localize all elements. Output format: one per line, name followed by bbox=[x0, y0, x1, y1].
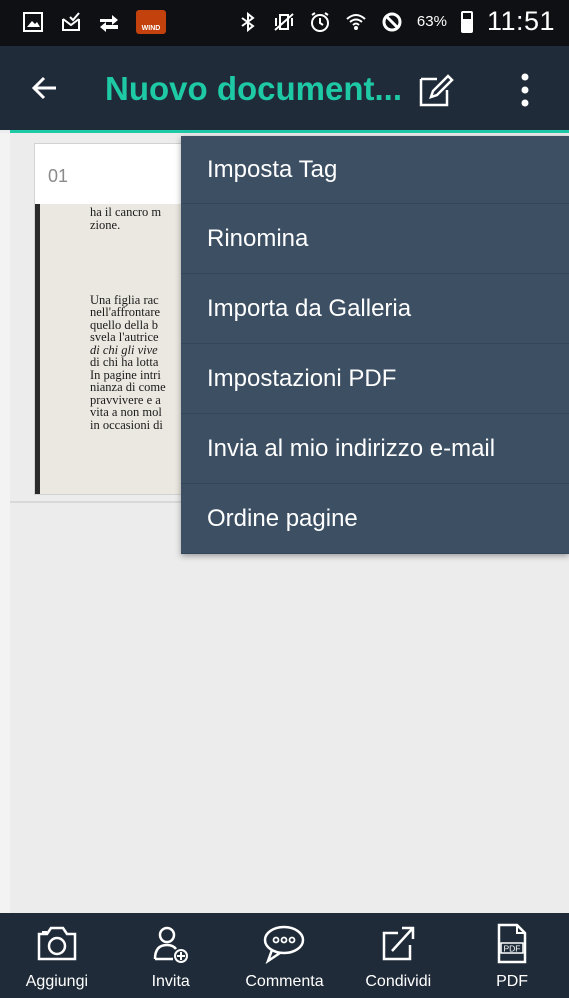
app-bar-accent-line bbox=[10, 130, 569, 133]
menu-item-rinomina[interactable]: Rinomina bbox=[181, 204, 569, 274]
menu-item-impostazioni-pdf[interactable]: Impostazioni PDF bbox=[181, 344, 569, 414]
clock: 11:51 bbox=[486, 6, 555, 36]
bluetooth-icon bbox=[237, 11, 259, 33]
gallery-icon bbox=[22, 11, 44, 33]
menu-item-ordine-pagine[interactable]: Ordine pagine bbox=[181, 484, 569, 554]
transfer-icon bbox=[98, 11, 120, 33]
page-number: 01 bbox=[48, 166, 69, 186]
wifi-icon bbox=[345, 11, 367, 33]
battery-icon bbox=[460, 10, 473, 33]
invite-user-icon bbox=[145, 921, 197, 965]
status-bar-notifications: WIND bbox=[22, 10, 166, 34]
status-bar: WIND 63% 11:51 bbox=[0, 0, 569, 46]
app-bar: Nuovo document... bbox=[0, 46, 569, 130]
pdf-button[interactable]: PDF PDF bbox=[455, 913, 569, 998]
menu-item-importa-da-galleria[interactable]: Importa da Galleria bbox=[181, 274, 569, 344]
alarm-icon bbox=[309, 11, 331, 33]
camera-icon bbox=[31, 921, 83, 965]
comment-icon bbox=[258, 921, 310, 965]
pdf-icon: PDF bbox=[486, 921, 538, 965]
carrier-badge: WIND bbox=[136, 10, 166, 34]
vibrate-icon bbox=[273, 11, 295, 33]
add-button-label: Aggiungi bbox=[25, 973, 89, 990]
pdf-icon-text: PDF bbox=[504, 944, 521, 954]
back-button[interactable] bbox=[30, 68, 76, 108]
page-scan-edge bbox=[35, 204, 40, 494]
pdf-button-label: PDF bbox=[496, 973, 529, 990]
battery-percentage: 63% bbox=[416, 13, 447, 30]
back-arrow-icon bbox=[31, 76, 56, 100]
add-button[interactable]: Aggiungi bbox=[0, 913, 114, 998]
menu-item-imposta-tag[interactable]: Imposta Tag bbox=[181, 136, 569, 204]
block-icon bbox=[381, 11, 403, 33]
share-button-label: Condividi bbox=[365, 973, 432, 990]
status-bar-system: 63% 11:51 bbox=[237, 6, 555, 37]
edit-button[interactable] bbox=[415, 70, 459, 110]
invite-button-label: Invita bbox=[151, 973, 190, 990]
share-button[interactable]: Condividi bbox=[341, 913, 455, 998]
content-left-strip bbox=[0, 133, 10, 913]
mail-icon bbox=[60, 11, 82, 33]
menu-item-invia-email[interactable]: Invia al mio indirizzo e-mail bbox=[181, 414, 569, 484]
comment-button[interactable]: Commenta bbox=[228, 913, 342, 998]
comment-button-label: Commenta bbox=[245, 973, 324, 990]
more-vert-icon bbox=[521, 73, 529, 107]
more-options-button[interactable] bbox=[505, 70, 545, 110]
document-title: Nuovo document... bbox=[105, 70, 402, 107]
edit-icon bbox=[419, 74, 454, 107]
invite-button[interactable]: Invita bbox=[114, 913, 228, 998]
bottom-toolbar: Aggiungi Invita Commenta Condividi PDF P… bbox=[0, 913, 569, 998]
overflow-menu: Imposta Tag Rinomina Importa da Galleria… bbox=[181, 136, 569, 554]
share-icon bbox=[372, 921, 424, 965]
